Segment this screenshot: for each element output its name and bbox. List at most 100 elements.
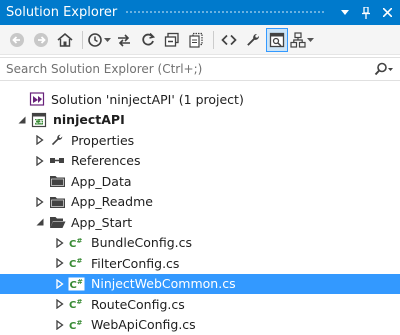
wrench-icon	[48, 132, 66, 148]
home-icon	[57, 32, 73, 47]
tree-item-label: FilterConfig.cs	[91, 255, 180, 271]
back-button[interactable]	[6, 28, 28, 52]
refresh-icon	[142, 32, 156, 45]
tree-item[interactable]: App_Readme	[0, 192, 400, 213]
tree-item-label: App_Readme	[71, 194, 153, 210]
preview-pane-icon	[269, 32, 285, 47]
csharp-file-icon: C #	[68, 276, 86, 292]
show-all-files-icon	[189, 32, 203, 48]
pin-button[interactable]	[357, 4, 375, 22]
solution-icon	[28, 91, 46, 107]
solution-explorer-panel: Solution Explorer Search Solution Explor…	[0, 0, 400, 335]
close-icon	[382, 8, 392, 17]
csharp-file-icon: C #	[68, 235, 86, 251]
forward-arrow-icon	[34, 32, 48, 47]
tree-item[interactable]: C # NinjectWebCommon.cs	[0, 273, 400, 294]
preview-selected-items-button[interactable]	[266, 27, 288, 52]
home-button[interactable]	[54, 28, 76, 52]
tree-item[interactable]: C# ninjectAPI	[0, 110, 400, 131]
expand-arrow-icon[interactable]	[32, 153, 48, 169]
toolbar	[0, 25, 400, 55]
view-code-button[interactable]	[218, 28, 240, 52]
refresh-button[interactable]	[137, 28, 159, 52]
tree-item-label: Solution 'ninjectAPI' (1 project)	[51, 91, 244, 107]
svg-text:#: #	[77, 257, 83, 265]
folder-icon	[48, 173, 66, 189]
tree-item[interactable]: App_Start	[0, 212, 400, 233]
tree-item-label: App_Data	[71, 173, 132, 189]
close-button[interactable]	[378, 4, 396, 22]
search-input[interactable]	[6, 62, 372, 76]
search-box	[0, 57, 400, 81]
csharp-file-icon: C #	[68, 317, 86, 333]
expand-arrow-icon[interactable]	[32, 194, 48, 210]
pin-icon	[362, 6, 370, 19]
tree-item[interactable]: C # RouteConfig.cs	[0, 294, 400, 315]
expand-arrow-icon[interactable]	[52, 235, 68, 251]
csharp-project-icon: C#	[30, 112, 48, 128]
collapse-arrow-icon[interactable]	[14, 112, 30, 128]
tree-item-label: NinjectWebCommon.cs	[91, 276, 236, 292]
tree-item-label: App_Start	[71, 214, 133, 230]
svg-text:#: #	[77, 237, 83, 245]
class-diagram-button[interactable]	[290, 28, 314, 52]
properties-button[interactable]	[242, 28, 264, 52]
collapse-all-icon	[164, 32, 179, 47]
tree-item[interactable]: C # WebApiConfig.cs	[0, 315, 400, 335]
expand-arrow-icon[interactable]	[52, 276, 68, 292]
csharp-file-icon: C #	[68, 255, 86, 271]
show-all-files-button[interactable]	[185, 28, 207, 52]
tree-item-label: ninjectAPI	[53, 112, 125, 128]
tree-item[interactable]: C # BundleConfig.cs	[0, 233, 400, 254]
toolbar-separator	[82, 30, 83, 49]
title-bar[interactable]: Solution Explorer	[0, 0, 400, 25]
wrench-icon	[247, 33, 260, 46]
panel-title: Solution Explorer	[6, 5, 118, 20]
sync-with-active-document-button[interactable]	[113, 28, 135, 52]
forward-button[interactable]	[30, 28, 52, 52]
sync-arrows-icon	[118, 33, 130, 47]
svg-text:C: C	[69, 300, 76, 311]
class-diagram-icon	[290, 31, 306, 48]
svg-text:#: #	[77, 298, 83, 306]
back-arrow-icon	[10, 32, 24, 47]
tree-item[interactable]: Solution 'ninjectAPI' (1 project)	[0, 89, 400, 110]
tree-item-label: BundleConfig.cs	[91, 235, 192, 251]
expand-arrow-icon[interactable]	[32, 132, 48, 148]
expand-arrow-icon[interactable]	[52, 255, 68, 271]
svg-text:C: C	[69, 259, 76, 270]
collapse-all-button[interactable]	[161, 28, 183, 52]
pending-changes-filter-button[interactable]	[87, 28, 111, 52]
toolbar-separator	[213, 30, 214, 49]
chevron-down-icon	[307, 37, 314, 42]
csharp-file-icon: C #	[68, 296, 86, 312]
svg-text:C: C	[69, 321, 76, 332]
collapse-arrow-icon[interactable]	[32, 214, 48, 230]
tree-item[interactable]: App_Data	[0, 171, 400, 192]
expand-arrow-icon[interactable]	[52, 317, 68, 333]
search-icon	[374, 62, 393, 76]
svg-text:C: C	[69, 239, 76, 250]
tree-item[interactable]: C # FilterConfig.cs	[0, 253, 400, 274]
dropdown-arrow-icon	[341, 10, 349, 15]
tree-item[interactable]: References	[0, 151, 400, 172]
folder-icon	[48, 194, 66, 210]
svg-text:C#: C#	[35, 119, 44, 125]
svg-text:C: C	[70, 280, 77, 291]
expand-arrow-icon[interactable]	[52, 296, 68, 312]
solution-tree: Solution 'ninjectAPI' (1 project) C# ninje…	[0, 81, 400, 335]
folder-open-icon	[48, 214, 66, 230]
tree-item-label: WebApiConfig.cs	[91, 317, 196, 333]
chevron-down-icon	[104, 37, 111, 42]
tree-item-label: References	[71, 153, 141, 169]
drag-grip[interactable]	[125, 10, 325, 15]
search-options-button[interactable]	[372, 62, 394, 76]
svg-text:#: #	[77, 278, 83, 286]
tree-item[interactable]: Properties	[0, 130, 400, 151]
svg-text:#: #	[77, 319, 83, 327]
window-menu-dropdown[interactable]	[336, 4, 354, 22]
code-brackets-icon	[221, 34, 237, 45]
clock-icon	[88, 32, 102, 47]
